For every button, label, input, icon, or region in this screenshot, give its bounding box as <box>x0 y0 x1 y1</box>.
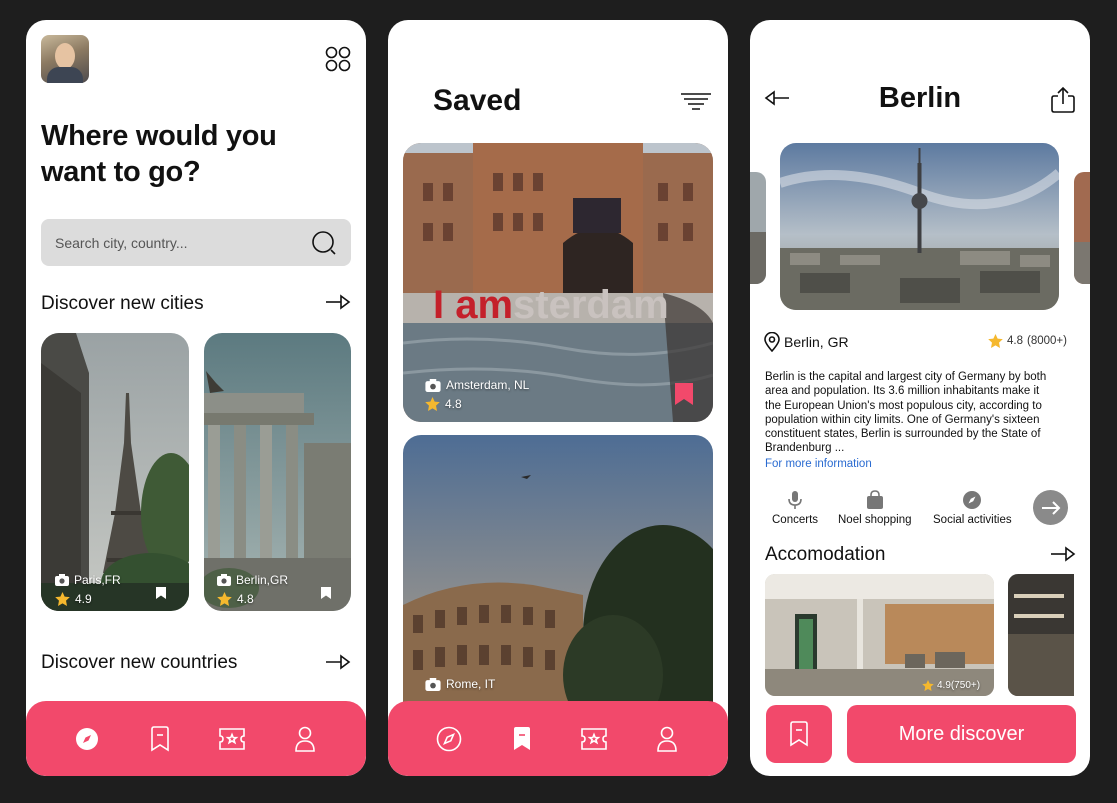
bookmark-icon <box>788 721 810 747</box>
microphone-icon <box>786 490 804 510</box>
nav-profile[interactable] <box>287 721 323 757</box>
nav-tickets[interactable] <box>214 721 250 757</box>
nav-saved[interactable] <box>504 721 540 757</box>
star-icon <box>922 680 934 691</box>
arrow-right-icon[interactable] <box>325 294 351 310</box>
saved-screen: Saved I amsterdam Amsterdam, NL 4.8 Rome… <box>388 20 728 776</box>
nav-explore[interactable] <box>431 721 467 757</box>
avatar[interactable] <box>41 35 89 83</box>
arrow-right-icon[interactable] <box>325 654 351 670</box>
city-rating: 4.8 <box>237 592 254 606</box>
amsterdam-sign: I amsterdam <box>433 283 669 327</box>
bottom-nav <box>388 701 728 776</box>
city-description: Berlin is the capital and largest city o… <box>765 371 1047 455</box>
city-card-paris[interactable]: Paris,FR 4.9 <box>41 333 189 611</box>
bookmark-icon <box>149 725 171 752</box>
section-title-cities: Discover new cities <box>41 293 204 314</box>
camera-icon <box>217 574 231 586</box>
city-hero-image[interactable] <box>780 143 1059 310</box>
activity-label: Concerts <box>772 514 819 526</box>
compass-icon <box>436 726 462 752</box>
camera-icon <box>425 677 441 691</box>
carousel-prev-thumb[interactable] <box>750 172 766 284</box>
nav-saved[interactable] <box>142 721 178 757</box>
accomodation-rating: 4.9(750+) <box>937 680 981 691</box>
city-rating: 4.8 <box>1007 335 1023 347</box>
arrow-right-icon <box>1041 500 1061 515</box>
compass-icon <box>75 727 99 751</box>
search-bar[interactable] <box>41 219 351 266</box>
city-location: Berlin, GR <box>784 334 849 350</box>
share-icon[interactable] <box>1050 86 1076 114</box>
accomodation-card-next[interactable] <box>1008 574 1074 696</box>
search-icon[interactable] <box>311 230 337 256</box>
nav-tickets[interactable] <box>576 721 612 757</box>
saved-place-name: Rome, IT <box>446 677 496 691</box>
bookmark-icon[interactable] <box>320 586 332 600</box>
star-icon <box>217 592 232 606</box>
review-count: (8000+) <box>1027 335 1067 347</box>
star-icon <box>425 397 440 411</box>
profile-icon <box>656 726 678 752</box>
page-title: Berlin <box>878 82 962 114</box>
page-headline: Where would you want to go? <box>41 120 277 188</box>
bookmark-icon[interactable] <box>155 586 167 600</box>
bottom-nav <box>26 701 366 776</box>
activity-social[interactable]: Social activities <box>933 490 1012 526</box>
saved-place-name: Amsterdam, NL <box>446 378 530 392</box>
grid-menu-icon[interactable] <box>325 46 351 72</box>
saved-card-rome[interactable]: Rome, IT <box>403 435 713 725</box>
city-name: Berlin,GR <box>236 573 289 587</box>
camera-icon <box>55 574 69 586</box>
carousel-next-thumb[interactable] <box>1074 172 1090 284</box>
city-card-berlin[interactable]: Berlin,GR 4.8 <box>204 333 351 611</box>
nav-explore[interactable] <box>69 721 105 757</box>
search-input[interactable] <box>55 234 285 251</box>
more-discover-button[interactable]: More discover <box>847 705 1076 763</box>
ticket-icon <box>217 727 247 751</box>
activities-next-button[interactable] <box>1033 490 1068 525</box>
city-detail-screen: Berlin Berlin, GR 4.8 (8000+) Berlin is t… <box>750 20 1090 776</box>
accomodation-card[interactable]: 4.9(750+) <box>765 574 994 696</box>
profile-icon <box>294 726 316 752</box>
activity-shopping[interactable]: Noel shopping <box>838 490 912 526</box>
activity-label: Social activities <box>933 514 1012 526</box>
saved-place-rating: 4.8 <box>445 397 462 411</box>
star-icon <box>55 592 70 606</box>
compass-icon <box>962 490 982 510</box>
section-title-accomodation: Accomodation <box>765 544 886 565</box>
arrow-right-icon[interactable] <box>1050 546 1076 562</box>
page-title: Saved <box>433 84 522 117</box>
ticket-icon <box>579 727 609 751</box>
nav-profile[interactable] <box>649 721 685 757</box>
activity-label: Noel shopping <box>838 514 912 526</box>
filter-icon[interactable] <box>680 92 712 112</box>
bookmark-filled-icon <box>511 726 533 752</box>
saved-card-amsterdam[interactable]: I amsterdam Amsterdam, NL 4.8 <box>403 143 713 422</box>
city-rating: 4.9 <box>75 592 92 606</box>
save-button[interactable] <box>766 705 832 763</box>
city-name: Paris,FR <box>74 573 121 587</box>
more-info-link[interactable]: For more information <box>765 458 872 470</box>
star-icon <box>988 334 1003 348</box>
shopping-bag-icon <box>866 490 884 510</box>
section-title-countries: Discover new countries <box>41 652 238 673</box>
activity-concerts[interactable]: Concerts <box>772 490 818 526</box>
bookmark-filled-icon[interactable] <box>673 381 695 407</box>
camera-icon <box>425 378 441 392</box>
location-pin-icon <box>764 332 780 352</box>
home-screen: Where would you want to go? Discover new… <box>26 20 366 776</box>
